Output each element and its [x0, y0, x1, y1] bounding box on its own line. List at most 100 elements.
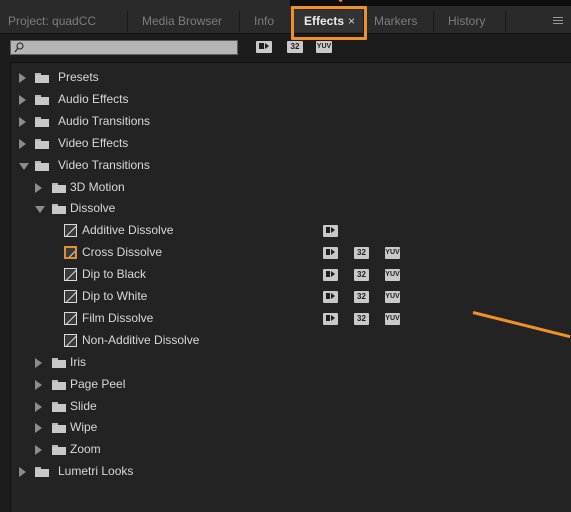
folder-icon — [52, 423, 66, 434]
folder-icon — [35, 138, 49, 149]
tree-item-dip-to-black[interactable]: Dip to Black 32 YUV — [11, 264, 571, 285]
folder-icon — [35, 116, 49, 127]
tree-item-cross-dissolve[interactable]: Cross Dissolve 32 YUV — [11, 242, 571, 263]
tab-markers-label: Markers — [374, 14, 418, 28]
folder-icon — [35, 467, 49, 478]
tree-item-label: Audio Effects — [58, 91, 129, 106]
search-box[interactable] — [10, 40, 238, 55]
tab-project-label: Project: quadCC — [8, 14, 97, 28]
tree-item-label: Lumetri Looks — [58, 464, 134, 479]
presets-folder-icon — [35, 73, 49, 83]
tree-item-audio-effects[interactable]: Audio Effects — [11, 89, 571, 110]
tree-item-page-peel[interactable]: Page Peel — [11, 374, 571, 395]
disclosure-collapsed-icon[interactable] — [19, 73, 26, 83]
disclosure-collapsed-icon[interactable] — [35, 182, 42, 193]
tab-history[interactable]: History — [434, 10, 506, 32]
yuv-filter-label: YUV — [316, 43, 332, 50]
folder-icon — [52, 204, 66, 215]
tab-media-browser[interactable]: Media Browser — [128, 10, 240, 32]
tree-item-label: Dip to Black — [82, 267, 147, 282]
tree-item-presets[interactable]: Presets — [11, 67, 571, 88]
32bit-filter-button[interactable]: 32 — [287, 41, 303, 53]
tree-item-label: Cross Dissolve — [82, 245, 163, 260]
tree-item-label: Page Peel — [70, 376, 126, 391]
disclosure-collapsed-icon[interactable] — [35, 423, 42, 434]
yuv-badge-label: YUV — [385, 271, 400, 279]
effects-tab-highlight — [291, 6, 367, 40]
accelerated-effect-icon — [323, 291, 338, 303]
tree-item-iris[interactable]: Iris — [11, 352, 571, 373]
tab-info[interactable]: Info — [240, 10, 292, 32]
transition-effect-icon — [64, 268, 77, 282]
tree-item-slide[interactable]: Slide — [11, 396, 571, 417]
32bit-badge: 32 — [354, 269, 369, 282]
32bit-badge: 32 — [354, 247, 369, 260]
tree-item-label: Wipe — [70, 420, 98, 435]
disclosure-collapsed-icon[interactable] — [19, 138, 26, 149]
yuv-filter-button[interactable]: YUV — [316, 41, 332, 53]
accelerated-effect-icon — [323, 225, 338, 238]
panel-menu-icon[interactable] — [553, 17, 563, 24]
tab-markers[interactable]: Markers — [364, 10, 434, 32]
tree-item-lumetri-looks[interactable]: Lumetri Looks — [11, 461, 571, 482]
effects-tree: Presets Audio Effects Audio Transitions Vid… — [10, 62, 571, 512]
accelerated-effects-filter-icon[interactable] — [256, 41, 272, 53]
32bit-filter-label: 32 — [290, 42, 300, 51]
disclosure-collapsed-icon[interactable] — [35, 401, 42, 412]
accelerated-effect-icon — [323, 247, 338, 260]
tree-item-label: Slide — [70, 398, 97, 413]
tree-item-video-effects[interactable]: Video Effects — [11, 133, 571, 154]
disclosure-collapsed-icon[interactable] — [19, 116, 26, 127]
32bit-badge-label: 32 — [357, 313, 366, 323]
disclosure-collapsed-icon[interactable] — [19, 467, 26, 478]
tree-item-non-additive-dissolve[interactable]: Non-Additive Dissolve — [11, 330, 571, 351]
disclosure-collapsed-icon[interactable] — [35, 379, 42, 390]
yuv-badge-label: YUV — [385, 249, 400, 257]
tree-item-audio-transitions[interactable]: Audio Transitions — [11, 111, 571, 132]
tree-item-additive-dissolve[interactable]: Additive Dissolve — [11, 220, 571, 241]
transition-effect-icon — [64, 224, 77, 238]
tree-item-film-dissolve[interactable]: Film Dissolve 32 YUV — [11, 308, 571, 329]
yuv-badge-label: YUV — [385, 293, 400, 300]
disclosure-collapsed-icon[interactable] — [35, 357, 42, 368]
tree-item-label: Film Dissolve — [82, 310, 154, 325]
transition-effect-icon — [64, 333, 77, 347]
tree-item-label: Additive Dissolve — [82, 223, 174, 238]
tree-item-label: Dip to White — [82, 289, 148, 303]
tree-item-label: Video Transitions — [58, 157, 150, 172]
folder-icon — [52, 401, 66, 412]
32bit-badge-label: 32 — [357, 292, 366, 301]
disclosure-collapsed-icon[interactable] — [35, 445, 42, 456]
disclosure-collapsed-icon[interactable] — [19, 94, 26, 105]
search-icon — [14, 42, 24, 53]
search-input[interactable] — [25, 41, 235, 54]
32bit-badge: 32 — [354, 291, 369, 303]
tree-item-label: Non-Additive Dissolve — [82, 332, 200, 347]
tab-media-browser-label: Media Browser — [142, 14, 223, 28]
tree-item-label: Presets — [58, 70, 99, 84]
tree-item-zoom[interactable]: Zoom — [11, 439, 571, 460]
yuv-badge: YUV — [385, 269, 400, 282]
tree-item-3d-motion[interactable]: 3D Motion — [11, 177, 571, 198]
yuv-badge: YUV — [385, 247, 400, 260]
tree-item-video-transitions[interactable]: Video Transitions — [11, 155, 571, 176]
tree-item-wipe[interactable]: Wipe — [11, 417, 571, 438]
tree-item-label: Iris — [70, 354, 86, 369]
disclosure-expanded-icon[interactable] — [35, 206, 45, 214]
transition-effect-icon — [64, 311, 77, 325]
tree-item-label: 3D Motion — [70, 179, 125, 194]
tree-item-label: Video Effects — [58, 135, 129, 150]
tree-item-dip-to-white[interactable]: Dip to White 32 YUV — [11, 286, 571, 307]
transition-effect-icon — [64, 246, 77, 260]
folder-icon — [52, 182, 66, 193]
tree-item-dissolve[interactable]: Dissolve — [11, 198, 571, 219]
disclosure-expanded-icon[interactable] — [19, 162, 29, 170]
panel-tab-bar: Project: quadCC Media Browser Info Effec… — [0, 0, 571, 34]
tree-item-label: Audio Transitions — [58, 113, 151, 128]
tab-project[interactable]: Project: quadCC — [0, 10, 128, 32]
yuv-badge: YUV — [385, 291, 400, 303]
yuv-badge: YUV — [385, 312, 400, 325]
transition-effect-icon — [64, 290, 77, 303]
accelerated-effect-icon — [323, 269, 338, 282]
yuv-badge-label: YUV — [385, 314, 400, 322]
